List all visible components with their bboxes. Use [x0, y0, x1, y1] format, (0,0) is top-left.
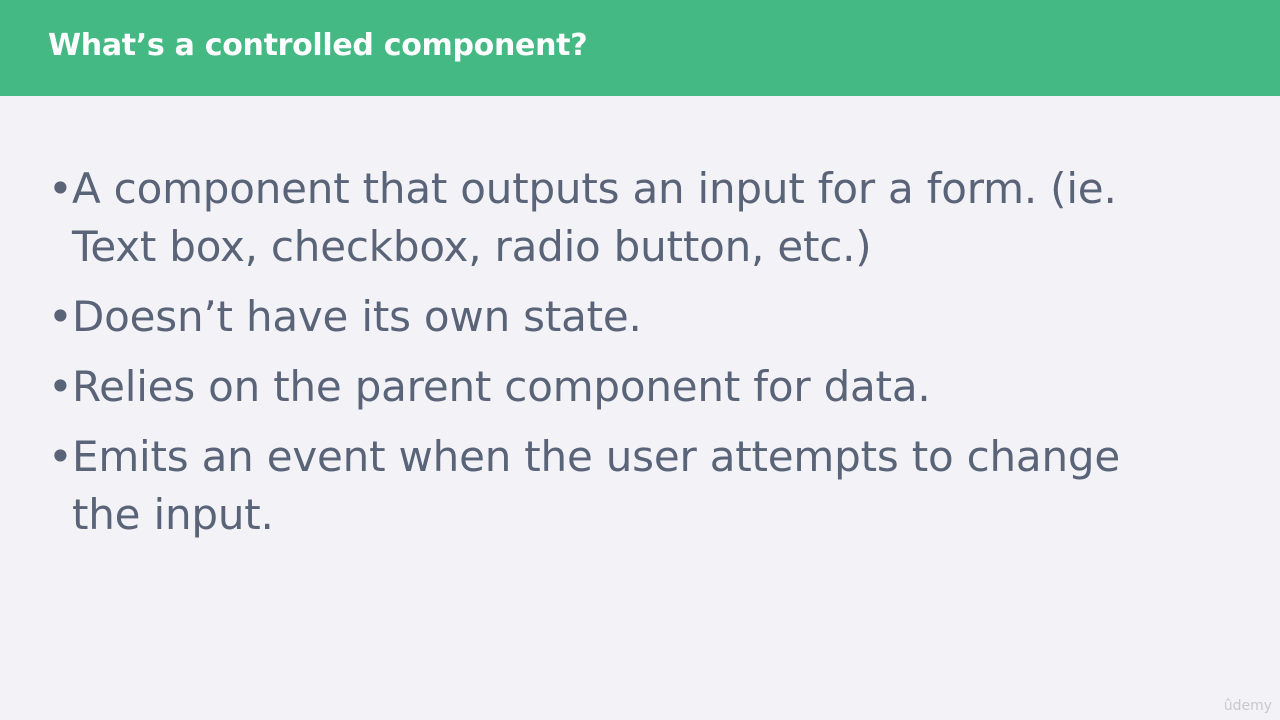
bullet-text: Emits an event when the user attempts to… [72, 432, 1120, 539]
bullet-item: • Emits an event when the user attempts … [48, 428, 1198, 544]
bullet-text: Relies on the parent component for data. [72, 362, 931, 411]
slide-title: What’s a controlled component? [48, 28, 588, 63]
udemy-watermark: ûdemy [1223, 698, 1272, 714]
bullet-text: A component that outputs an input for a … [72, 164, 1117, 271]
bullet-icon: • [48, 292, 73, 341]
bullet-item: • Doesn’t have its own state. [48, 288, 1198, 346]
bullet-icon: • [48, 164, 73, 213]
bullet-icon: • [48, 432, 73, 481]
bullet-text: Doesn’t have its own state. [72, 292, 642, 341]
bullet-item: • Relies on the parent component for dat… [48, 358, 1198, 416]
slide: What’s a controlled component? • A compo… [0, 0, 1280, 720]
bullet-list: • A component that outputs an input for … [48, 160, 1198, 556]
bullet-item: • A component that outputs an input for … [48, 160, 1198, 276]
bullet-icon: • [48, 362, 73, 411]
slide-header: What’s a controlled component? [0, 0, 1280, 96]
